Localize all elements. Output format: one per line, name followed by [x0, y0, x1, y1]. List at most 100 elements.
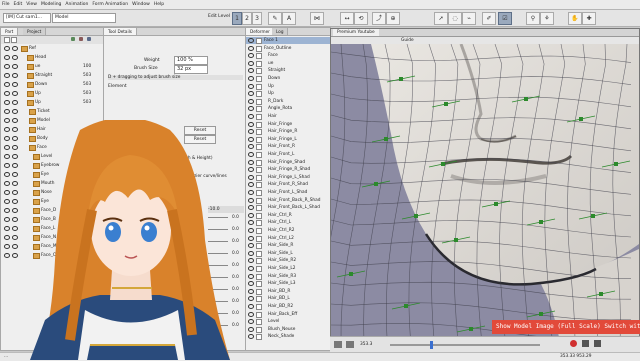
mode-select[interactable]: Model — [52, 13, 116, 23]
deformer-row[interactable]: Hair_Side_R2 — [246, 257, 330, 265]
menu-window[interactable]: Window — [130, 0, 152, 7]
visibility-eye-icon[interactable] — [4, 46, 10, 51]
visibility-eye-icon[interactable] — [4, 55, 10, 60]
deformer-check-icon[interactable] — [256, 136, 262, 143]
deformer-check-icon[interactable] — [256, 91, 262, 98]
pin-icon[interactable]: ⚘ — [540, 12, 554, 25]
timeline-track[interactable] — [390, 344, 540, 346]
deformer-check-icon[interactable] — [256, 235, 262, 242]
hand-icon[interactable]: ✋ — [568, 12, 582, 25]
mesh-control-point[interactable] — [444, 102, 448, 106]
deformer-check-icon[interactable] — [256, 326, 262, 333]
deformer-check-icon[interactable] — [256, 296, 262, 303]
zoom-icon[interactable]: ⚲ — [526, 12, 540, 25]
deformer-row[interactable]: Hair_Front_R_Shad — [246, 181, 330, 189]
deformer-check-icon[interactable] — [256, 319, 262, 326]
visibility-eye-icon[interactable] — [248, 38, 254, 43]
deformer-check-icon[interactable] — [256, 288, 262, 295]
part-row[interactable]: Down 503 — [1, 81, 103, 88]
mesh-control-point[interactable] — [469, 327, 473, 331]
part-row[interactable]: Up 503 — [1, 90, 103, 97]
deformer-row[interactable]: Hair_Front_L_Shad — [246, 189, 330, 196]
glue-tool-icon[interactable]: ⊕ — [386, 12, 400, 25]
mesh-tool-icon[interactable]: ⋈ — [310, 12, 324, 25]
deformer-row[interactable]: Hair_Side_L — [246, 250, 330, 257]
part-row[interactable]: Straight 503 — [1, 72, 103, 79]
deformer-check-icon[interactable] — [256, 205, 262, 212]
deformer-check-icon[interactable] — [256, 114, 262, 120]
deformer-row[interactable]: Hair_Side_L2 — [246, 265, 330, 272]
deformer-row[interactable]: Hair_Front_L — [246, 151, 330, 158]
mesh-control-point[interactable] — [599, 292, 603, 296]
deformer-row[interactable]: Hair_Ctrl_R — [246, 212, 330, 219]
tab-part[interactable]: Part — [1, 28, 19, 35]
lock-icon[interactable] — [12, 55, 18, 60]
deformer-row[interactable]: Up — [246, 83, 330, 90]
deformer-row[interactable]: Up — [246, 90, 330, 98]
deformer-row[interactable]: Blush_Neuse — [246, 326, 330, 333]
edit-level-3[interactable]: 3 — [252, 12, 262, 25]
part-row[interactable]: ue 100 — [1, 63, 103, 70]
mesh-control-point[interactable] — [454, 238, 458, 242]
tab-deformer[interactable]: Deformer — [246, 28, 275, 35]
menu-file[interactable]: File — [0, 0, 12, 7]
mesh-control-point[interactable] — [614, 162, 618, 166]
mesh-control-point[interactable] — [591, 214, 595, 218]
mesh-control-point[interactable] — [399, 77, 403, 81]
deformer-check-icon[interactable] — [256, 159, 262, 166]
visibility-eye-icon[interactable] — [248, 60, 254, 66]
deformer-row[interactable]: Hair_Fringe_L_Shad — [246, 174, 330, 181]
visibility-eye-icon[interactable] — [4, 73, 10, 78]
visibility-eye-icon[interactable] — [248, 45, 254, 51]
part-row[interactable]: Ticket — [1, 108, 103, 115]
tab-tool-details[interactable]: Tool Details — [104, 28, 137, 35]
brush-size-field[interactable]: 32 px — [174, 65, 208, 74]
deformer-row[interactable]: Hair_Fringe_L — [246, 136, 330, 143]
deformer-row[interactable]: Hair_Side_R — [246, 242, 330, 250]
deformer-check-icon[interactable] — [256, 152, 262, 158]
lock-icon[interactable] — [12, 100, 18, 105]
lock-icon[interactable] — [12, 46, 18, 51]
deformer-row[interactable]: Hair_Fringe_R_Shad — [246, 166, 330, 174]
warp-tool-icon[interactable]: ⌁ — [462, 12, 476, 25]
deformer-check-icon[interactable] — [256, 45, 262, 52]
guide-label[interactable]: Guide — [401, 37, 414, 44]
deformer-check-icon[interactable] — [256, 76, 262, 82]
deformer-check-icon[interactable] — [256, 38, 262, 44]
lock-icon[interactable] — [12, 91, 18, 96]
deformer-row[interactable]: Hair_Fringe — [246, 121, 330, 128]
deformer-check-icon[interactable] — [256, 273, 262, 280]
canvas-viewport[interactable]: Premium Youtube Guide — [330, 28, 640, 350]
mesh-control-point[interactable] — [404, 304, 408, 308]
mesh-control-point[interactable] — [441, 162, 445, 166]
deformer-check-icon[interactable] — [256, 243, 262, 250]
stop-button-icon[interactable] — [594, 340, 601, 347]
path-tool-icon[interactable]: ⤴ — [372, 12, 386, 25]
visibility-eye-icon[interactable] — [248, 106, 254, 112]
part-row[interactable]: Ref — [1, 45, 103, 52]
deformer-check-icon[interactable] — [256, 190, 262, 196]
mesh-control-point[interactable] — [579, 117, 583, 121]
visibility-eye-icon[interactable] — [248, 91, 254, 97]
viewport-tab[interactable]: Premium Youtube — [333, 29, 379, 36]
tab-log[interactable]: Log — [272, 28, 289, 35]
deformer-check-icon[interactable] — [256, 182, 262, 189]
deformer-check-icon[interactable] — [256, 258, 262, 265]
deformer-row[interactable]: Hair_Back_Eff — [246, 311, 330, 318]
deformer-check-icon[interactable] — [256, 106, 262, 113]
record-icon[interactable] — [346, 341, 354, 348]
deformer-row[interactable]: Down — [246, 75, 330, 82]
deformer-check-icon[interactable] — [256, 129, 262, 136]
deformer-check-icon[interactable] — [256, 144, 262, 151]
rotate-tool-icon[interactable]: ⟲ — [354, 12, 368, 25]
visibility-eye-icon[interactable] — [248, 76, 254, 81]
visibility-eye-icon[interactable] — [248, 98, 254, 104]
mesh-control-point[interactable] — [374, 182, 378, 186]
deformer-check-icon[interactable] — [256, 266, 262, 272]
visibility-eye-icon[interactable] — [4, 100, 10, 105]
mesh-control-point[interactable] — [539, 220, 543, 224]
deformer-row[interactable]: Hair_Ctrl_L2 — [246, 235, 330, 242]
deformer-row[interactable]: Hair_Fringe_Shad — [246, 159, 330, 166]
deformer-row[interactable]: Hair_Fringe_R — [246, 128, 330, 136]
deformer-row[interactable]: Neck_Shade — [246, 333, 330, 341]
